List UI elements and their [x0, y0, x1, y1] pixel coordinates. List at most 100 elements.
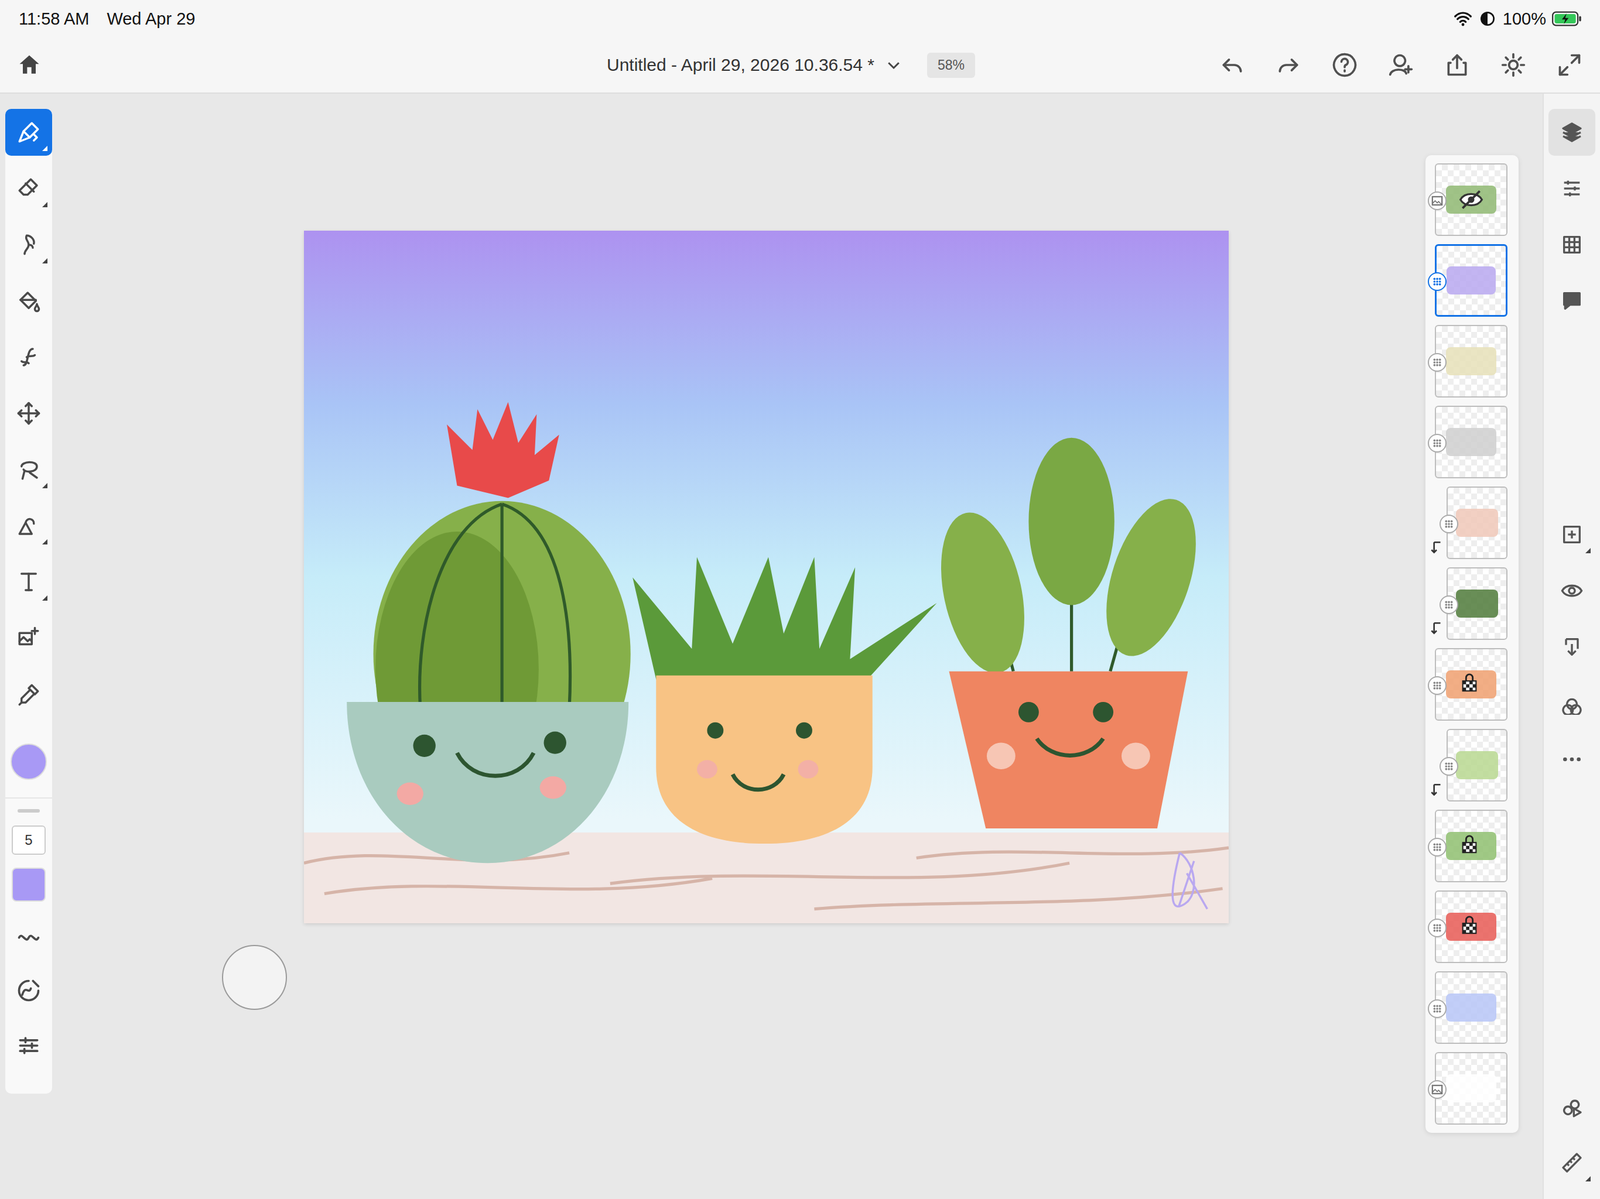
clip-arrow-icon	[1428, 783, 1445, 799]
panel-button[interactable]	[1548, 221, 1596, 269]
brush-size[interactable]: 5	[11, 825, 46, 856]
layer-type-badge	[1427, 838, 1447, 857]
pixel-layer-icon	[1428, 839, 1446, 856]
layer-row[interactable]	[1434, 890, 1508, 964]
rail-tool-icon	[1560, 1151, 1584, 1175]
layer-preview	[1455, 751, 1499, 780]
options-mark	[42, 595, 48, 601]
brush-setting-button[interactable]	[9, 969, 48, 1013]
tool-icon	[16, 457, 41, 482]
document-title[interactable]: Untitled - April 29, 2026 10.36.54 *	[606, 55, 875, 75]
color-picker[interactable]	[10, 743, 47, 781]
layer-action-button[interactable]	[1548, 567, 1596, 615]
layer-row[interactable]	[1434, 567, 1508, 641]
layer-row[interactable]	[1434, 971, 1508, 1045]
battery-icon	[1551, 10, 1583, 27]
layer-row[interactable]	[1434, 809, 1508, 883]
options-mark	[1585, 548, 1591, 554]
layer-action-icon	[1560, 635, 1584, 659]
layer-type-badge	[1427, 191, 1447, 211]
artwork	[303, 230, 1229, 924]
layer-row[interactable]	[1434, 648, 1508, 721]
layer-action-icon	[1560, 691, 1584, 716]
layer-row[interactable]	[1434, 729, 1508, 802]
tool-button[interactable]	[5, 165, 53, 213]
layer-row[interactable]	[1434, 325, 1508, 398]
options-mark	[42, 483, 48, 489]
panel-icon	[1560, 233, 1584, 257]
right-rail	[1542, 93, 1600, 1199]
touch-shortcut[interactable]	[221, 945, 287, 1011]
brush-setting-button[interactable]	[9, 1024, 48, 1068]
home-button[interactable]	[14, 49, 45, 81]
tool-icon	[16, 288, 41, 314]
tool-button[interactable]	[5, 221, 53, 269]
redo-icon	[1275, 52, 1302, 78]
artwork-canvas[interactable]	[303, 230, 1229, 924]
workspace[interactable]	[52, 93, 1426, 1199]
brush-setting-icon	[15, 922, 42, 949]
tool-button[interactable]	[5, 502, 53, 550]
layer-action-button[interactable]	[1548, 511, 1596, 559]
layer-preview	[1446, 266, 1497, 294]
top-action-button[interactable]	[1385, 49, 1417, 81]
layer-type-badge	[1427, 999, 1447, 1019]
layer-action-button[interactable]	[1548, 736, 1596, 784]
layer-row[interactable]	[1434, 486, 1508, 560]
tool-button[interactable]	[5, 446, 53, 494]
status-time: 11:58 AM	[18, 9, 90, 29]
tool-button[interactable]	[5, 671, 53, 719]
fresco-screen: 11:58 AMWed Apr 29100%Untitled - April 2…	[0, 0, 1600, 1199]
panel-icon	[1560, 176, 1584, 201]
top-action-button[interactable]	[1273, 49, 1304, 81]
top-action-button[interactable]	[1329, 49, 1360, 81]
header: 11:58 AMWed Apr 29100%Untitled - April 2…	[0, 0, 1600, 94]
layer-preview	[1445, 347, 1497, 376]
tool-button[interactable]	[5, 277, 53, 325]
alpha-lock-icon	[1459, 915, 1480, 936]
panel-button[interactable]	[1548, 108, 1596, 156]
tool-button[interactable]	[5, 614, 53, 662]
panel-button[interactable]	[1548, 165, 1596, 213]
layer-type-badge	[1439, 757, 1459, 776]
top-action-button[interactable]	[1498, 49, 1529, 81]
brush-color[interactable]	[11, 867, 46, 902]
rail-tool-button[interactable]	[1548, 1083, 1596, 1131]
brush-setting-button[interactable]	[9, 914, 48, 957]
tool-icon	[16, 232, 41, 258]
top-action-button[interactable]	[1441, 49, 1473, 81]
tool-button[interactable]	[5, 108, 53, 156]
pixel-layer-icon	[1440, 596, 1458, 614]
tool-button[interactable]	[5, 390, 53, 437]
layer-action-button[interactable]	[1548, 623, 1596, 671]
top-action-button[interactable]	[1216, 49, 1248, 81]
settings-icon	[1500, 52, 1527, 78]
layer-preview	[1445, 993, 1497, 1022]
image-layer-icon	[1428, 192, 1446, 210]
panel-icon	[1560, 120, 1584, 145]
layer-row[interactable]	[1434, 163, 1508, 237]
layer-action-icon	[1560, 579, 1584, 603]
clip-arrow-icon	[1428, 540, 1445, 556]
pixel-layer-icon	[1428, 354, 1446, 371]
layer-row[interactable]	[1434, 244, 1508, 317]
panel-button[interactable]	[1548, 277, 1596, 325]
panel-grip[interactable]	[17, 809, 40, 813]
layer-action-button[interactable]	[1548, 679, 1596, 727]
tool-button[interactable]	[5, 333, 53, 381]
brush-setting-icon	[15, 1033, 42, 1059]
rail-tool-icon	[1560, 1095, 1584, 1119]
zoom-level[interactable]: 58%	[927, 52, 976, 78]
layer-row[interactable]	[1434, 405, 1508, 479]
undo-icon	[1219, 52, 1246, 78]
tool-icon	[16, 626, 41, 651]
options-mark	[1585, 1176, 1591, 1182]
layer-type-badge	[1427, 676, 1447, 696]
layer-row[interactable]	[1434, 1052, 1508, 1126]
rail-tool-button[interactable]	[1548, 1139, 1596, 1187]
top-action-button[interactable]	[1554, 49, 1585, 81]
chevron-down-icon[interactable]	[884, 56, 903, 74]
tool-button[interactable]	[5, 558, 53, 606]
home-icon	[16, 52, 43, 78]
image-layer-icon	[1428, 1081, 1446, 1099]
